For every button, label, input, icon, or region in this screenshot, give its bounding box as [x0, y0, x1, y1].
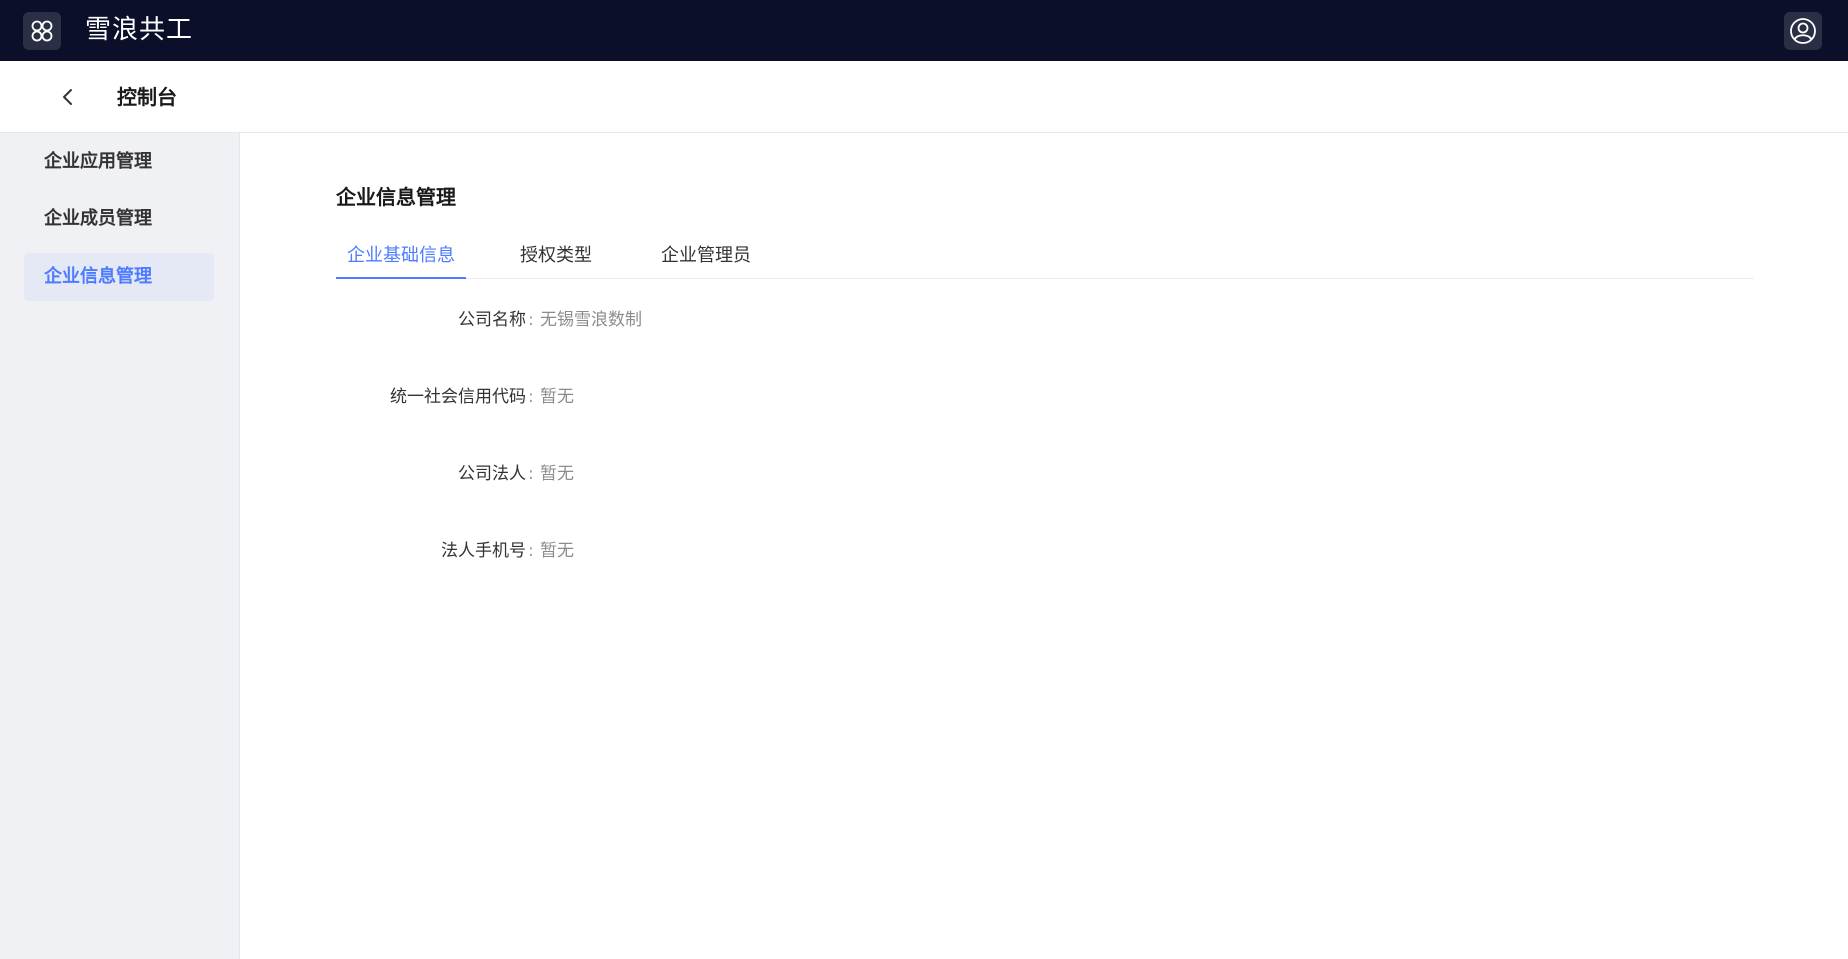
tab-bar: 企业基础信息 授权类型 企业管理员: [336, 237, 1754, 279]
field-value: 暂无: [540, 464, 574, 484]
top-navbar: 雪浪共工: [0, 0, 1848, 61]
tab-admins[interactable]: 企业管理员: [641, 237, 771, 279]
app-title: 雪浪共工: [85, 15, 194, 45]
tab-auth-type[interactable]: 授权类型: [501, 237, 611, 279]
field-label: 统一社会信用代码: [390, 387, 526, 407]
field-colon: :: [528, 541, 534, 561]
sidebar-item-app-management[interactable]: 企业应用管理: [24, 138, 214, 186]
sidebar-item-info-management[interactable]: 企业信息管理: [24, 253, 214, 301]
field-colon: :: [528, 464, 534, 484]
field-colon: :: [528, 310, 534, 330]
sidebar-item-member-management[interactable]: 企业成员管理: [24, 195, 214, 243]
field-label: 公司法人: [458, 464, 526, 484]
apps-grid-icon: [31, 20, 53, 42]
user-avatar-button[interactable]: [1784, 12, 1822, 50]
field-company-name: 公司名称 : 无锡雪浪数制: [336, 305, 1136, 335]
sub-header: 控制台: [0, 61, 1848, 133]
chevron-left-icon: [63, 89, 72, 105]
field-colon: :: [528, 387, 534, 407]
main-content: 企业信息管理 企业基础信息 授权类型 企业管理员 公司名称 : 无锡雪浪数制 统…: [241, 133, 1848, 959]
field-label: 法人手机号: [441, 541, 526, 561]
console-title: 控制台: [117, 85, 177, 109]
field-legal-phone: 法人手机号 : 暂无: [336, 536, 1136, 566]
field-credit-code: 统一社会信用代码 : 暂无: [336, 382, 1136, 412]
sidebar: 企业应用管理 企业成员管理 企业信息管理: [0, 133, 240, 959]
field-value: 暂无: [540, 387, 574, 407]
field-value: 暂无: [540, 541, 574, 561]
tab-basic-info[interactable]: 企业基础信息: [336, 237, 466, 279]
back-button[interactable]: [52, 81, 84, 113]
field-label: 公司名称: [458, 310, 526, 330]
field-value: 无锡雪浪数制: [540, 310, 642, 330]
user-avatar-icon: [1790, 18, 1816, 44]
apps-grid-button[interactable]: [23, 12, 61, 50]
page-title: 企业信息管理: [336, 185, 456, 209]
field-legal-person: 公司法人 : 暂无: [336, 459, 1136, 489]
